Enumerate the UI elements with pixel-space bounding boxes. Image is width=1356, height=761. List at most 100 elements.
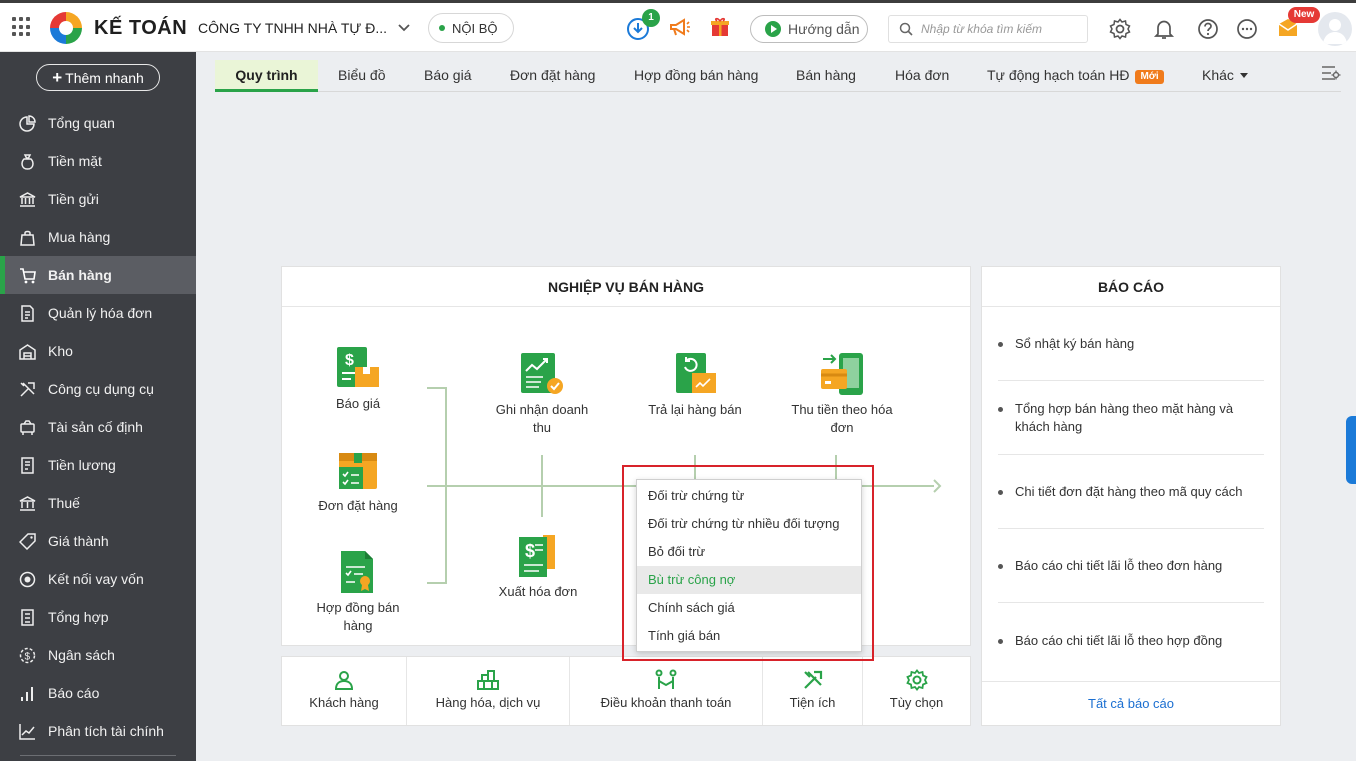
- flow-node-quote[interactable]: $ Báo giá: [318, 345, 398, 413]
- sidebar-item[interactable]: Tổng hợp: [0, 598, 196, 636]
- sidebar-item[interactable]: Mua hàng: [0, 218, 196, 256]
- salary-icon: [21, 456, 34, 474]
- help-icon[interactable]: [1197, 18, 1219, 40]
- tab-bar: Quy trình Biểu đồ Báo giá Đơn đặt hàng H…: [215, 52, 1341, 92]
- tab-don-dat-hang[interactable]: Đơn đặt hàng: [510, 60, 595, 92]
- tab-bao-gia[interactable]: Báo giá: [424, 60, 471, 92]
- sidebar-item[interactable]: Bán hàng: [0, 256, 196, 294]
- tab-tu-dong-hach-toan[interactable]: Tự động hạch toán HĐ Mới: [987, 60, 1164, 92]
- logo-icon: [50, 12, 82, 44]
- flow-node-return[interactable]: Trả lại hàng bán: [638, 351, 752, 419]
- sidebar-item[interactable]: Giá thành: [0, 522, 196, 560]
- options-button[interactable]: Tùy chọn: [863, 657, 970, 725]
- quick-add-button[interactable]: + Thêm nhanh: [36, 64, 160, 91]
- report-link[interactable]: Tổng hợp bán hàng theo mặt hàng và khách…: [998, 400, 1264, 436]
- search-input[interactable]: Nhập từ khóa tìm kiếm: [888, 15, 1088, 43]
- sidebar-item[interactable]: Kết nối vay vốn: [0, 560, 196, 598]
- settings-icon[interactable]: [1109, 18, 1131, 40]
- customer-button[interactable]: Khách hàng: [282, 657, 407, 725]
- environment-badge[interactable]: NỘI BỘ: [428, 13, 514, 43]
- menu-item-tinh-gia-ban[interactable]: Tính giá bán: [637, 622, 861, 650]
- report-divider: [998, 380, 1264, 381]
- tab-ban-hang[interactable]: Bán hàng: [796, 60, 856, 92]
- utilities-button[interactable]: Tiện ích: [763, 657, 863, 725]
- sidebar-item[interactable]: Phân tích tài chính: [0, 712, 196, 750]
- sidebar-item[interactable]: Thuế: [0, 484, 196, 522]
- sidebar-item[interactable]: Tiền mặt: [0, 142, 196, 180]
- sidebar-item-label: Tiền mặt: [48, 153, 102, 169]
- bank-icon: [19, 191, 36, 207]
- tab-settings-icon[interactable]: [1321, 64, 1341, 82]
- menu-item-bu-tru-cong-no[interactable]: Bù trừ công nợ: [637, 566, 861, 594]
- menu-item-doi-tru-chung-tu[interactable]: Đối trừ chứng từ: [637, 482, 861, 510]
- flow-node-order[interactable]: Đơn đặt hàng: [308, 447, 408, 515]
- report-link[interactable]: Báo cáo chi tiết lãi lỗ theo hợp đồng: [998, 632, 1264, 650]
- reports-card: BÁO CÁO Sổ nhật ký bán hàng Tổng hợp bán…: [981, 266, 1281, 726]
- tab-quy-trinh[interactable]: Quy trình: [215, 60, 318, 92]
- report-link[interactable]: Chi tiết đơn đặt hàng theo mã quy cách: [998, 483, 1264, 501]
- menu-item-bo-doi-tru[interactable]: Bỏ đối trừ: [637, 538, 861, 566]
- flow-node-collect[interactable]: Thu tiền theo hóa đơn: [788, 351, 896, 437]
- flow-node-label: Thu tiền theo hóa đơn: [791, 402, 893, 435]
- report-link[interactable]: Sổ nhật ký bán hàng: [998, 335, 1264, 353]
- warehouse-icon: [19, 343, 36, 360]
- report-link[interactable]: Báo cáo chi tiết lãi lỗ theo đơn hàng: [998, 557, 1264, 575]
- flow-node-contract[interactable]: Hợp đồng bán hàng: [308, 549, 408, 635]
- svg-text:$: $: [25, 651, 31, 662]
- sidebar-item[interactable]: Quản lý hóa đơn: [0, 294, 196, 332]
- sidebar-item[interactable]: $ Ngân sách: [0, 636, 196, 674]
- side-panel-handle[interactable]: [1346, 416, 1356, 484]
- guide-button[interactable]: Hướng dẫn: [750, 15, 868, 43]
- budget-icon: $: [19, 647, 36, 663]
- chevron-down-icon[interactable]: [396, 20, 412, 36]
- sidebar-item-label: Công cụ dụng cụ: [48, 381, 154, 397]
- sidebar-item[interactable]: Công cụ dụng cụ: [0, 370, 196, 408]
- menu-item-chinh-sach-gia[interactable]: Chính sách giá: [637, 594, 861, 622]
- more-options-icon[interactable]: [1236, 18, 1258, 40]
- download-badge: 1: [642, 9, 660, 27]
- environment-label: NỘI BỘ: [452, 20, 498, 36]
- all-reports-link[interactable]: Tất cả báo cáo: [982, 681, 1280, 725]
- payment-terms-button[interactable]: Điều khoản thanh toán: [570, 657, 763, 725]
- money-bag-icon: [21, 153, 34, 170]
- bell-icon[interactable]: [1153, 18, 1175, 40]
- goods-services-button[interactable]: Hàng hóa, dịch vụ: [407, 657, 570, 725]
- gift-icon[interactable]: [709, 16, 731, 38]
- pie-chart-icon: [19, 114, 36, 132]
- sidebar-item[interactable]: Kho: [0, 332, 196, 370]
- sidebar-item-label: Giá thành: [48, 533, 109, 549]
- sidebar-item[interactable]: Tài sản cố định: [0, 408, 196, 446]
- bar-chart-icon: [21, 686, 33, 701]
- return-goods-icon: [676, 353, 716, 393]
- status-dot-icon: [439, 25, 445, 31]
- menu-item-doi-tru-nhieu-doi-tuong[interactable]: Đối trừ chứng từ nhiều đối tượng: [637, 510, 861, 538]
- app-grid-icon[interactable]: [12, 17, 32, 37]
- new-tag: Mới: [1135, 70, 1164, 84]
- flow-node-label: Báo giá: [335, 396, 381, 411]
- report-divider: [998, 454, 1264, 455]
- flow-node-label: Xuất hóa đơn: [498, 584, 578, 599]
- tab-hop-dong-ban-hang[interactable]: Hợp đồng bán hàng: [634, 60, 758, 92]
- user-avatar-icon: [1323, 19, 1347, 44]
- context-menu: Đối trừ chứng từ Đối trừ chứng từ nhiều …: [636, 479, 862, 652]
- company-name[interactable]: CÔNG TY TNHH NHÀ TỰ Đ...: [198, 20, 387, 36]
- sidebar-item[interactable]: Tiền lương: [0, 446, 196, 484]
- sidebar-item[interactable]: Tổng quan: [0, 104, 196, 142]
- quote-doc-icon: $: [337, 347, 379, 387]
- contract-icon: [341, 551, 373, 593]
- summary-icon: [21, 608, 34, 626]
- goods-icon: [477, 670, 499, 690]
- trend-chart-icon: [19, 723, 35, 740]
- tab-hoa-don[interactable]: Hóa đơn: [895, 60, 949, 92]
- plus-icon: +: [52, 68, 63, 87]
- sidebar-item[interactable]: Báo cáo: [0, 674, 196, 712]
- flow-node-revenue[interactable]: Ghi nhận doanh thu: [492, 351, 592, 437]
- sidebar-item-label: Tài sản cố định: [48, 419, 143, 435]
- tab-bieu-do[interactable]: Biểu đồ: [338, 60, 385, 92]
- tab-khac[interactable]: Khác: [1202, 60, 1248, 92]
- flow-node-invoice[interactable]: $ Xuất hóa đơn: [488, 533, 588, 601]
- avatar[interactable]: [1318, 12, 1352, 46]
- asset-icon: [20, 419, 35, 435]
- sidebar-item[interactable]: Tiền gửi: [0, 180, 196, 218]
- megaphone-icon[interactable]: [668, 17, 692, 39]
